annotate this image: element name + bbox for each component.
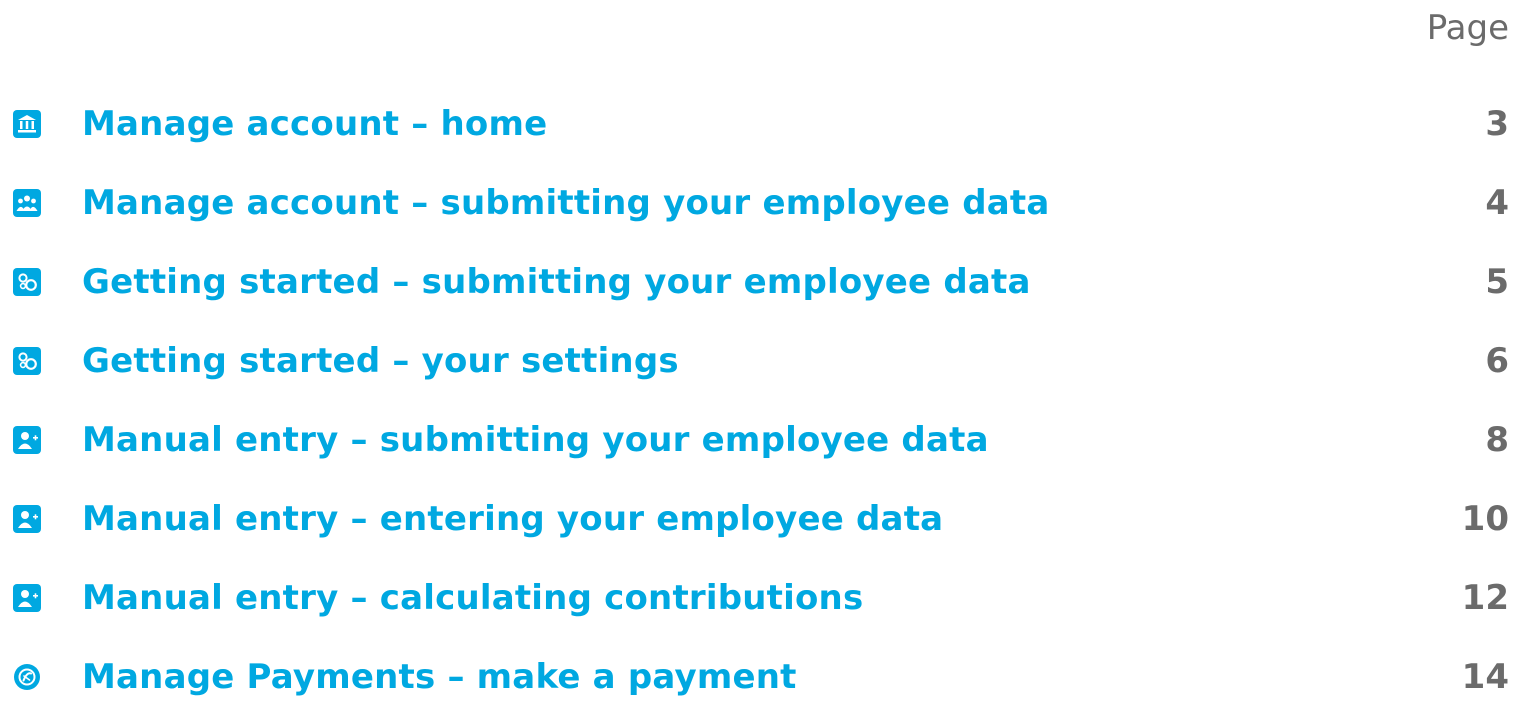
toc-entry[interactable]: Manual entry – submitting your employee … (0, 400, 1533, 479)
toc-entry-title[interactable]: Manual entry – calculating contributions (82, 578, 863, 618)
toc-entry-title[interactable]: Getting started – your settings (82, 341, 679, 381)
toc-entry-page: 8 (1485, 419, 1509, 460)
toc-entry[interactable]: Manual entry – entering your employee da… (0, 479, 1533, 558)
toc-entry-title[interactable]: Manage account – submitting your employe… (82, 183, 1049, 223)
toc-entry-page: 5 (1485, 261, 1509, 302)
add-user-icon (13, 425, 41, 454)
toc-entry[interactable]: Manage Payments – make a payment 14 (0, 637, 1533, 716)
toc-entry-page: 4 (1485, 182, 1509, 223)
toc-entry-title[interactable]: Manual entry – entering your employee da… (82, 499, 943, 539)
toc-entry-page: 12 (1461, 577, 1509, 618)
toc-entry[interactable]: Getting started – submitting your employ… (0, 242, 1533, 321)
payment-icon (13, 663, 41, 691)
toc-entry-title[interactable]: Getting started – submitting your employ… (82, 262, 1031, 302)
toc-entry-page: 3 (1485, 103, 1509, 144)
table-of-contents: Manage account – home 3 Manage account –… (0, 84, 1533, 716)
toc-entry[interactable]: Getting started – your settings 6 (0, 321, 1533, 400)
gears-icon (13, 267, 41, 296)
toc-entry[interactable]: Manual entry – calculating contributions… (0, 558, 1533, 637)
add-user-icon (13, 504, 41, 533)
page-column-header: Page (1426, 8, 1509, 48)
toc-entry-page: 14 (1461, 656, 1509, 697)
toc-entry-title[interactable]: Manual entry – submitting your employee … (82, 420, 989, 460)
people-icon (13, 188, 41, 217)
toc-entry-page: 6 (1485, 340, 1509, 381)
toc-entry[interactable]: Manage account – home 3 (0, 84, 1533, 163)
toc-entry[interactable]: Manage account – submitting your employe… (0, 163, 1533, 242)
toc-entry-title[interactable]: Manage Payments – make a payment (82, 657, 797, 697)
toc-entry-page: 10 (1461, 498, 1509, 539)
gears-icon (13, 346, 41, 375)
bank-icon (13, 109, 41, 138)
add-user-icon (13, 583, 41, 612)
toc-entry-title[interactable]: Manage account – home (82, 104, 547, 144)
